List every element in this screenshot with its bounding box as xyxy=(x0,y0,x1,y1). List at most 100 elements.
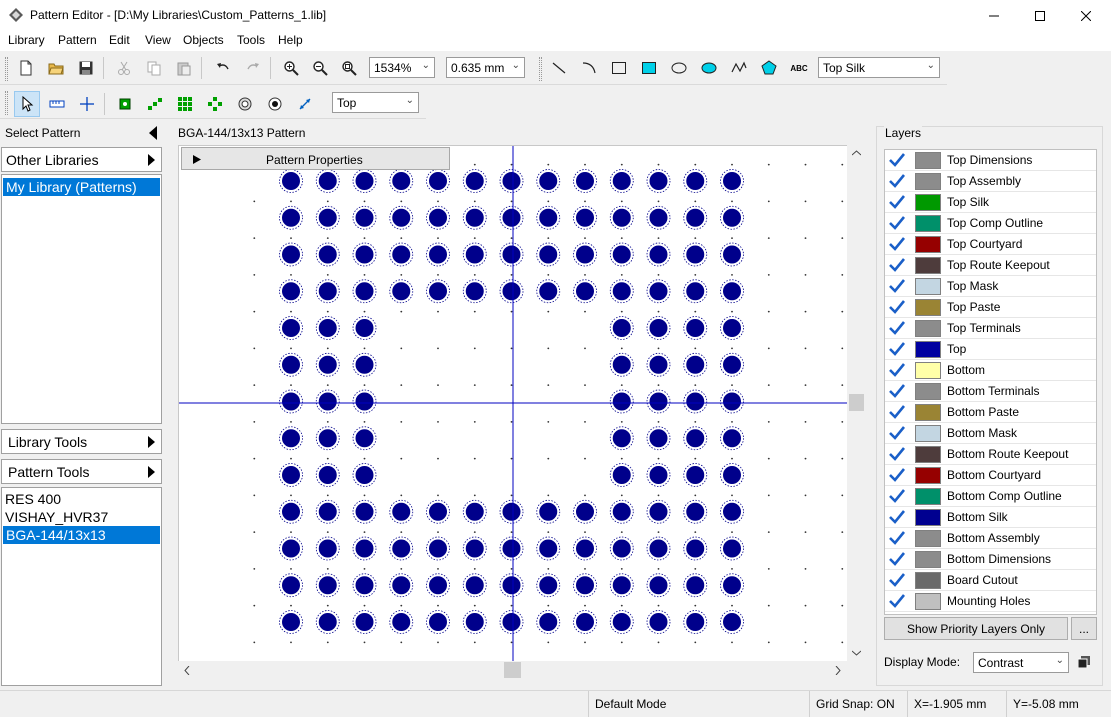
layer-color-swatch[interactable] xyxy=(915,403,941,421)
pattern-list[interactable]: RES 400 VISHAY_HVR37 BGA-144/13x13 xyxy=(1,487,162,686)
grid-size-select[interactable]: 0.635 mm ⌄ xyxy=(446,57,525,78)
layer-row[interactable]: Top Silk xyxy=(885,192,1096,213)
layers-list[interactable]: Top Dimensions Top Assembly Top Silk Top Co… xyxy=(884,149,1097,615)
library-item[interactable]: My Library (Patterns) xyxy=(3,178,160,196)
layer-visibility-checkbox[interactable] xyxy=(885,381,909,401)
layer-visibility-checkbox[interactable] xyxy=(885,171,909,191)
layer-color-swatch[interactable] xyxy=(915,319,941,337)
zoom-in-button[interactable] xyxy=(280,57,302,79)
layer-color-swatch[interactable] xyxy=(915,424,941,442)
place-pad-button[interactable] xyxy=(114,93,136,115)
layer-row[interactable]: Bottom Mask xyxy=(885,423,1096,444)
place-pad-circle-button[interactable] xyxy=(204,93,226,115)
layer-color-swatch[interactable] xyxy=(915,487,941,505)
layer-row[interactable]: Top Paste xyxy=(885,297,1096,318)
pattern-drawing[interactable] xyxy=(179,146,847,662)
menu-edit[interactable]: Edit xyxy=(109,33,130,47)
origin-tool-button[interactable] xyxy=(76,93,98,115)
layer-row[interactable]: Top Mask xyxy=(885,276,1096,297)
pattern-item[interactable]: RES 400 xyxy=(2,490,161,508)
layer-color-swatch[interactable] xyxy=(915,214,941,232)
layer-color-swatch[interactable] xyxy=(915,550,941,568)
layer-visibility-checkbox[interactable] xyxy=(885,297,909,317)
new-button[interactable] xyxy=(15,57,37,79)
measure-tool-button[interactable] xyxy=(46,93,68,115)
filled-rectangle-tool-button[interactable] xyxy=(638,57,660,79)
layer-color-swatch[interactable] xyxy=(915,361,941,379)
layer-visibility-checkbox[interactable] xyxy=(885,465,909,485)
polygon-tool-button[interactable] xyxy=(758,57,780,79)
undo-button[interactable] xyxy=(212,57,234,79)
layer-row[interactable]: Top Assembly xyxy=(885,171,1096,192)
layer-visibility-checkbox[interactable] xyxy=(885,444,909,464)
collapse-panel-icon[interactable] xyxy=(148,126,158,140)
menu-view[interactable]: View xyxy=(145,33,171,47)
line-tool-button[interactable] xyxy=(548,57,570,79)
scroll-down-icon[interactable] xyxy=(852,650,861,656)
filled-ellipse-tool-button[interactable] xyxy=(698,57,720,79)
layer-color-swatch[interactable] xyxy=(915,193,941,211)
place-fiducial-button[interactable] xyxy=(264,93,286,115)
paste-button[interactable] xyxy=(173,57,195,79)
layer-visibility-checkbox[interactable] xyxy=(885,318,909,338)
layer-visibility-checkbox[interactable] xyxy=(885,150,909,170)
layer-color-swatch[interactable] xyxy=(915,592,941,610)
layer-color-swatch[interactable] xyxy=(915,466,941,484)
layer-color-swatch[interactable] xyxy=(915,172,941,190)
layer-row[interactable]: Bottom Courtyard xyxy=(885,465,1096,486)
layer-row[interactable]: Top Route Keepout xyxy=(885,255,1096,276)
minimize-button[interactable] xyxy=(971,0,1017,31)
pattern-item[interactable]: VISHAY_HVR37 xyxy=(2,508,161,526)
menu-pattern[interactable]: Pattern xyxy=(58,33,97,47)
layer-color-swatch[interactable] xyxy=(915,571,941,589)
dimension-tool-button[interactable] xyxy=(294,93,316,115)
layer-color-swatch[interactable] xyxy=(915,445,941,463)
layer-color-swatch[interactable] xyxy=(915,277,941,295)
horizontal-scroll-thumb[interactable] xyxy=(504,662,521,678)
layer-visibility-checkbox[interactable] xyxy=(885,423,909,443)
ellipse-tool-button[interactable] xyxy=(668,57,690,79)
text-tool-button[interactable]: ABC xyxy=(788,57,810,79)
scroll-up-icon[interactable] xyxy=(852,150,861,156)
scroll-right-icon[interactable] xyxy=(835,666,841,675)
menu-library[interactable]: Library xyxy=(8,33,45,47)
layer-visibility-checkbox[interactable] xyxy=(885,402,909,422)
layer-row[interactable]: Bottom Assembly xyxy=(885,528,1096,549)
display-settings-icon[interactable] xyxy=(1078,656,1090,668)
show-priority-layers-button[interactable]: Show Priority Layers Only xyxy=(884,617,1068,640)
pattern-canvas[interactable]: Pattern Properties xyxy=(178,145,866,662)
pattern-properties-bar[interactable]: Pattern Properties xyxy=(181,147,450,170)
menu-help[interactable]: Help xyxy=(278,33,303,47)
layer-row[interactable]: Top xyxy=(885,339,1096,360)
redo-button[interactable] xyxy=(242,57,264,79)
layer-color-swatch[interactable] xyxy=(915,508,941,526)
layer-row[interactable]: Bottom Silk xyxy=(885,507,1096,528)
library-list[interactable]: My Library (Patterns) xyxy=(1,174,162,424)
vertical-scrollbar[interactable] xyxy=(847,145,866,662)
menu-tools[interactable]: Tools xyxy=(237,33,265,47)
layer-row[interactable]: Board Cutout xyxy=(885,570,1096,591)
rectangle-tool-button[interactable] xyxy=(608,57,630,79)
layer-visibility-checkbox[interactable] xyxy=(885,234,909,254)
layer-color-swatch[interactable] xyxy=(915,298,941,316)
arc-tool-button[interactable] xyxy=(578,57,600,79)
layer-row[interactable]: Bottom Comp Outline xyxy=(885,486,1096,507)
layer-visibility-checkbox[interactable] xyxy=(885,276,909,296)
select-tool-button[interactable] xyxy=(14,91,40,117)
place-pad-array-button[interactable] xyxy=(174,93,196,115)
pattern-tools-button[interactable]: Pattern Tools xyxy=(1,459,162,484)
layer-visibility-checkbox[interactable] xyxy=(885,213,909,233)
layer-visibility-checkbox[interactable] xyxy=(885,360,909,380)
save-button[interactable] xyxy=(75,57,97,79)
polyline-tool-button[interactable] xyxy=(728,57,750,79)
layer-visibility-checkbox[interactable] xyxy=(885,192,909,212)
layer-visibility-checkbox[interactable] xyxy=(885,507,909,527)
layer-color-swatch[interactable] xyxy=(915,529,941,547)
layer-row[interactable]: Bottom Paste xyxy=(885,402,1096,423)
toolbar-grip[interactable] xyxy=(5,57,8,81)
display-mode-select[interactable]: Contrast ⌄ xyxy=(973,652,1069,673)
layer-row[interactable]: Top Terminals xyxy=(885,318,1096,339)
layer-color-swatch[interactable] xyxy=(915,340,941,358)
layer-color-swatch[interactable] xyxy=(915,151,941,169)
layer-row[interactable]: Bottom Route Keepout xyxy=(885,444,1096,465)
